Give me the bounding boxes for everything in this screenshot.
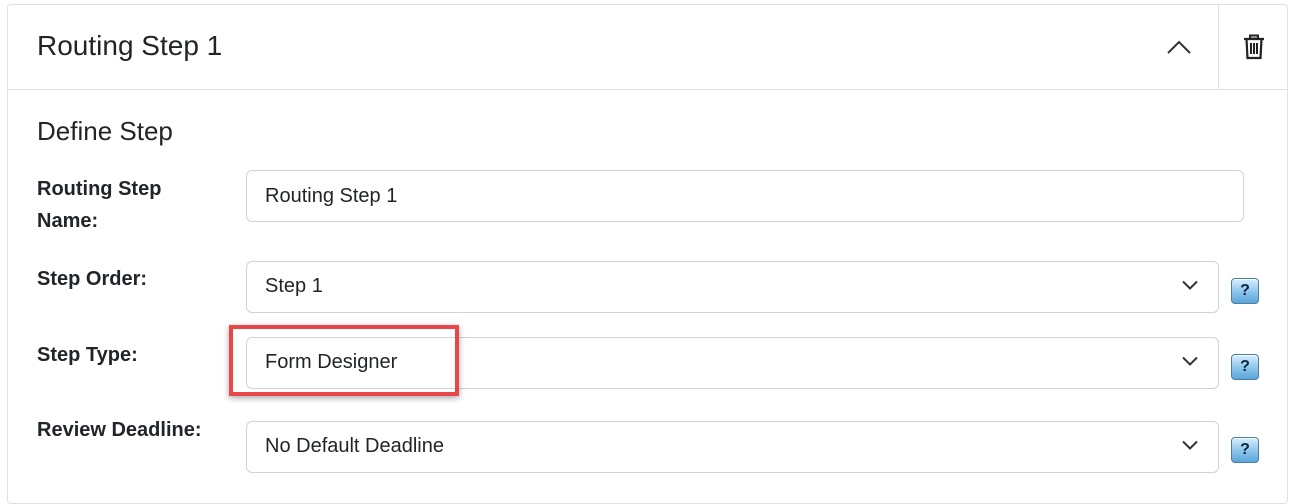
step-type-value: Form Designer xyxy=(265,351,398,373)
step-order-help-button[interactable]: ? xyxy=(1231,278,1259,304)
routing-step-name-label: Routing Step Name: xyxy=(37,178,162,232)
review-deadline-help-button[interactable]: ? xyxy=(1231,437,1259,463)
routing-step-name-input[interactable] xyxy=(246,170,1244,222)
routing-step-card: Routing Step 1 Define Step Routing Step … xyxy=(7,4,1288,504)
chevron-down-icon xyxy=(1182,356,1198,366)
chevron-down-icon xyxy=(1182,440,1198,450)
trash-icon xyxy=(1244,34,1264,60)
review-deadline-label: Review Deadline: xyxy=(37,419,202,441)
chevron-up-icon xyxy=(1167,40,1191,54)
review-deadline-value: No Default Deadline xyxy=(265,435,444,457)
card-header: Routing Step 1 xyxy=(8,5,1287,90)
step-order-label: Step Order: xyxy=(37,268,148,290)
step-type-label: Step Type: xyxy=(37,344,138,366)
section-title: Define Step xyxy=(37,116,173,146)
step-type-select[interactable]: Form Designer xyxy=(246,337,1219,389)
chevron-down-icon xyxy=(1182,280,1198,290)
step-type-help-button[interactable]: ? xyxy=(1231,354,1259,380)
step-order-select[interactable]: Step 1 xyxy=(246,261,1219,313)
collapse-button[interactable] xyxy=(1140,5,1218,89)
step-order-value: Step 1 xyxy=(265,275,323,297)
review-deadline-select[interactable]: No Default Deadline xyxy=(246,421,1219,473)
delete-button[interactable] xyxy=(1219,5,1289,89)
card-title: Routing Step 1 xyxy=(37,30,223,61)
